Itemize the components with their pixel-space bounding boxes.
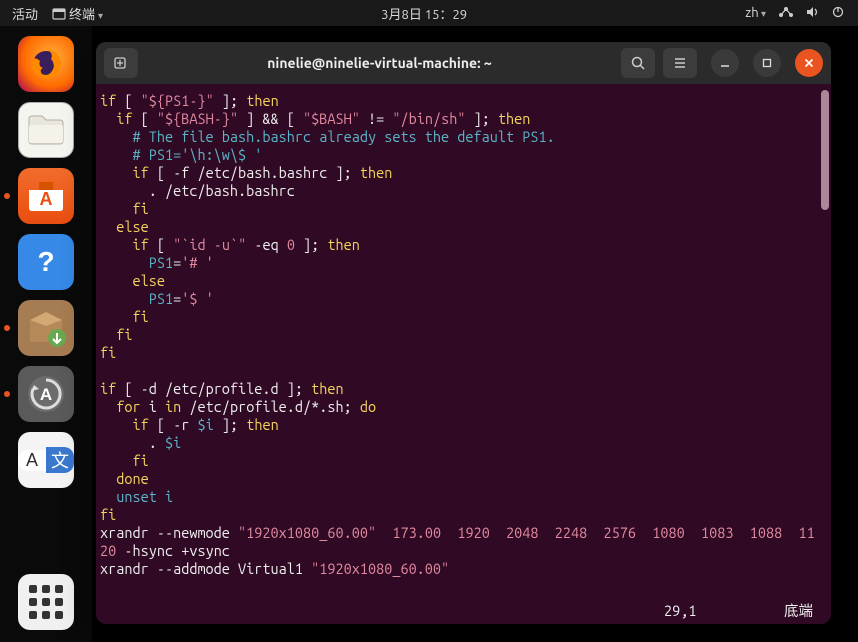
window-titlebar: ninelie@ninelie-virtual-machine: ~ [96, 42, 831, 84]
help-icon[interactable]: ? [18, 234, 74, 290]
updater-icon[interactable]: A [18, 366, 74, 422]
scrollbar-thumb[interactable] [821, 90, 829, 210]
terminal-text: if [ "${PS1-}" ]; then if [ "${BASH-}" ]… [100, 92, 831, 578]
firefox-icon[interactable] [18, 36, 74, 92]
close-button[interactable] [795, 49, 823, 77]
volume-icon[interactable] [806, 6, 820, 21]
app-menu[interactable]: 终端 [52, 4, 103, 23]
power-icon[interactable] [832, 6, 844, 21]
cursor-position: 29,1 [664, 602, 784, 620]
ubuntu-dock: A ? A A文 [0, 26, 92, 642]
software-icon[interactable]: A [18, 168, 74, 224]
gnome-top-bar: 活动 终端 3月8日 15：29 zh [0, 0, 858, 26]
svg-text:A: A [40, 189, 53, 209]
package-icon[interactable] [18, 300, 74, 356]
network-icon[interactable] [778, 6, 794, 21]
activities-button[interactable]: 活动 [12, 4, 38, 23]
show-apps-icon[interactable] [18, 574, 74, 630]
new-tab-button[interactable] [104, 48, 138, 78]
terminal-window: ninelie@ninelie-virtual-machine: ~ if [ … [96, 42, 831, 624]
scroll-position: 底端 [784, 602, 813, 620]
maximize-button[interactable] [753, 49, 781, 77]
search-button[interactable] [621, 48, 655, 78]
window-title: ninelie@ninelie-virtual-machine: ~ [146, 55, 613, 71]
terminal-content[interactable]: if [ "${PS1-}" ]; then if [ "${BASH-}" ]… [96, 84, 831, 624]
svg-text:A: A [40, 385, 52, 404]
clock[interactable]: 3月8日 15：29 [103, 4, 745, 23]
files-icon[interactable] [18, 102, 74, 158]
input-method-icon[interactable]: A文 [18, 432, 74, 488]
input-source-indicator[interactable]: zh [745, 6, 766, 20]
menu-button[interactable] [663, 48, 697, 78]
minimize-button[interactable] [711, 49, 739, 77]
vim-statusline: 29,1 底端 [96, 602, 831, 620]
